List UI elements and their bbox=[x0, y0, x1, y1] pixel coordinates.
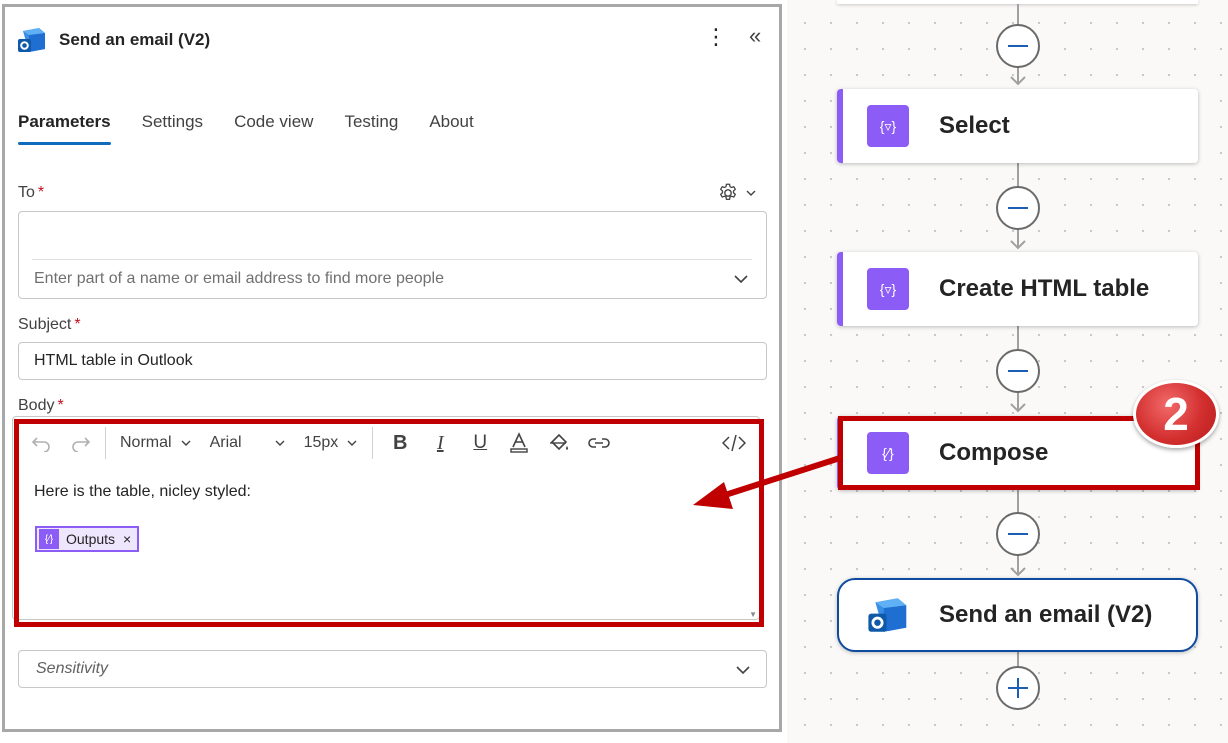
gear-icon bbox=[720, 183, 736, 201]
data-operation-icon: {⁄} bbox=[39, 529, 59, 549]
scroll-down-icon[interactable]: ▼ bbox=[749, 610, 757, 619]
required-mark: * bbox=[57, 397, 64, 414]
tab-code-view[interactable]: Code view bbox=[234, 112, 313, 145]
font-color-icon bbox=[510, 432, 528, 453]
plus-icon bbox=[1008, 45, 1028, 47]
insert-step-button[interactable] bbox=[996, 512, 1040, 556]
chevron-down-icon bbox=[736, 666, 750, 675]
to-label: To * bbox=[18, 184, 44, 202]
action-details-panel: Send an email (V2) ⋮ « Parameters Settin… bbox=[2, 4, 782, 732]
font-family-dropdown[interactable]: Arial bbox=[210, 434, 286, 452]
node-accent bbox=[837, 416, 843, 490]
plus-icon bbox=[1008, 207, 1028, 209]
font-size-dropdown[interactable]: 15px bbox=[304, 434, 359, 452]
add-step-button[interactable] bbox=[996, 666, 1040, 710]
undo-button[interactable] bbox=[29, 434, 53, 452]
insert-step-button[interactable] bbox=[996, 186, 1040, 230]
required-mark: * bbox=[37, 184, 45, 201]
flow-node-send-email[interactable]: Send an email (V2) bbox=[837, 578, 1198, 652]
node-label: Create HTML table bbox=[939, 275, 1150, 302]
arrow-down-icon bbox=[1010, 567, 1026, 577]
to-divider bbox=[32, 259, 752, 260]
data-operation-icon: {▿} bbox=[867, 268, 909, 310]
node-label: Send an email (V2) bbox=[939, 601, 1153, 628]
tab-about[interactable]: About bbox=[429, 112, 473, 145]
panel-title: Send an email (V2) bbox=[59, 30, 211, 49]
outlook-icon bbox=[18, 28, 45, 52]
tab-testing[interactable]: Testing bbox=[344, 112, 398, 145]
font-size-value: 15px bbox=[303, 434, 339, 451]
tab-settings[interactable]: Settings bbox=[142, 112, 203, 145]
editor-toolbar: Normal Arial 15px B I U bbox=[13, 417, 759, 469]
to-people-search-input[interactable]: Enter part of a name or email address to… bbox=[34, 270, 444, 288]
body-label: Body * bbox=[18, 397, 64, 415]
chevron-down-icon bbox=[181, 440, 191, 446]
node-label: Select bbox=[939, 112, 1010, 139]
subject-label-text: Subject bbox=[18, 316, 72, 333]
chevron-down-icon bbox=[275, 440, 285, 446]
node-accent bbox=[837, 252, 843, 326]
arrow-down-icon bbox=[1010, 240, 1026, 250]
body-editor[interactable]: Normal Arial 15px B I U Here is the tabl… bbox=[12, 416, 760, 620]
step-number-badge: 2 bbox=[1133, 380, 1219, 448]
underline-button[interactable]: U bbox=[469, 432, 491, 454]
bold-icon: B bbox=[393, 431, 408, 454]
paragraph-style-dropdown[interactable]: Normal bbox=[120, 434, 192, 452]
body-label-text: Body bbox=[18, 397, 55, 414]
link-icon bbox=[588, 438, 611, 448]
font-family-value: Arial bbox=[209, 434, 242, 451]
sensitivity-placeholder: Sensitivity bbox=[36, 660, 109, 677]
data-operation-icon: {▿} bbox=[867, 105, 909, 147]
outputs-token[interactable]: {⁄} Outputs × bbox=[35, 526, 140, 552]
code-view-toggle[interactable] bbox=[721, 434, 747, 452]
panel-header: Send an email (V2) bbox=[17, 25, 210, 55]
insert-step-button[interactable] bbox=[996, 24, 1040, 68]
data-operation-icon: {⁄} bbox=[867, 432, 909, 474]
highlight-color-button[interactable] bbox=[547, 432, 571, 454]
plus-icon bbox=[1008, 678, 1028, 698]
code-icon bbox=[722, 434, 746, 452]
tab-parameters[interactable]: Parameters bbox=[18, 112, 111, 145]
subject-input[interactable]: HTML table in Outlook bbox=[18, 342, 767, 380]
insert-link-button[interactable] bbox=[587, 435, 611, 451]
arrow-down-icon bbox=[1010, 76, 1026, 86]
tab-bar: Parameters Settings Code view Testing Ab… bbox=[18, 112, 505, 145]
arrow-down-icon bbox=[1010, 403, 1026, 413]
node-accent bbox=[837, 89, 843, 163]
chevron-down-icon bbox=[746, 190, 756, 196]
flow-node-select[interactable]: {▿} Select bbox=[837, 89, 1198, 163]
to-settings-button[interactable] bbox=[717, 182, 757, 204]
outlook-icon bbox=[868, 598, 907, 632]
to-field[interactable]: Enter part of a name or email address to… bbox=[18, 211, 767, 299]
token-label: Outputs bbox=[66, 531, 116, 547]
toolbar-divider bbox=[105, 427, 106, 459]
insert-step-button[interactable] bbox=[996, 349, 1040, 393]
required-mark: * bbox=[74, 316, 81, 333]
sensitivity-dropdown[interactable]: Sensitivity bbox=[18, 650, 767, 688]
collapse-panel-icon[interactable]: « bbox=[749, 23, 761, 49]
body-text[interactable]: Here is the table, nicley styled: bbox=[34, 483, 251, 501]
paint-bucket-icon bbox=[550, 433, 569, 451]
subject-label: Subject * bbox=[18, 316, 81, 334]
remove-token-icon[interactable]: × bbox=[123, 531, 131, 547]
flow-node-create-html-table[interactable]: {▿} Create HTML table bbox=[837, 252, 1198, 326]
italic-button[interactable]: I bbox=[429, 432, 451, 455]
font-color-button[interactable] bbox=[507, 432, 531, 454]
toolbar-divider bbox=[372, 427, 374, 459]
plus-icon bbox=[1008, 533, 1028, 535]
paragraph-style-value: Normal bbox=[120, 434, 172, 451]
connector-line bbox=[1017, 652, 1019, 666]
chevron-down-icon bbox=[347, 440, 357, 446]
redo-icon bbox=[72, 437, 91, 452]
more-options-icon[interactable]: ⋮ bbox=[705, 25, 727, 49]
plus-icon bbox=[1008, 370, 1028, 372]
redo-button[interactable] bbox=[69, 434, 93, 452]
italic-icon: I bbox=[436, 431, 444, 454]
node-label: Compose bbox=[939, 439, 1049, 466]
bold-button[interactable]: B bbox=[389, 432, 411, 455]
to-label-text: To bbox=[18, 184, 35, 201]
undo-icon bbox=[31, 437, 50, 452]
chevron-down-icon[interactable] bbox=[732, 270, 750, 288]
underline-icon: U bbox=[473, 432, 488, 453]
